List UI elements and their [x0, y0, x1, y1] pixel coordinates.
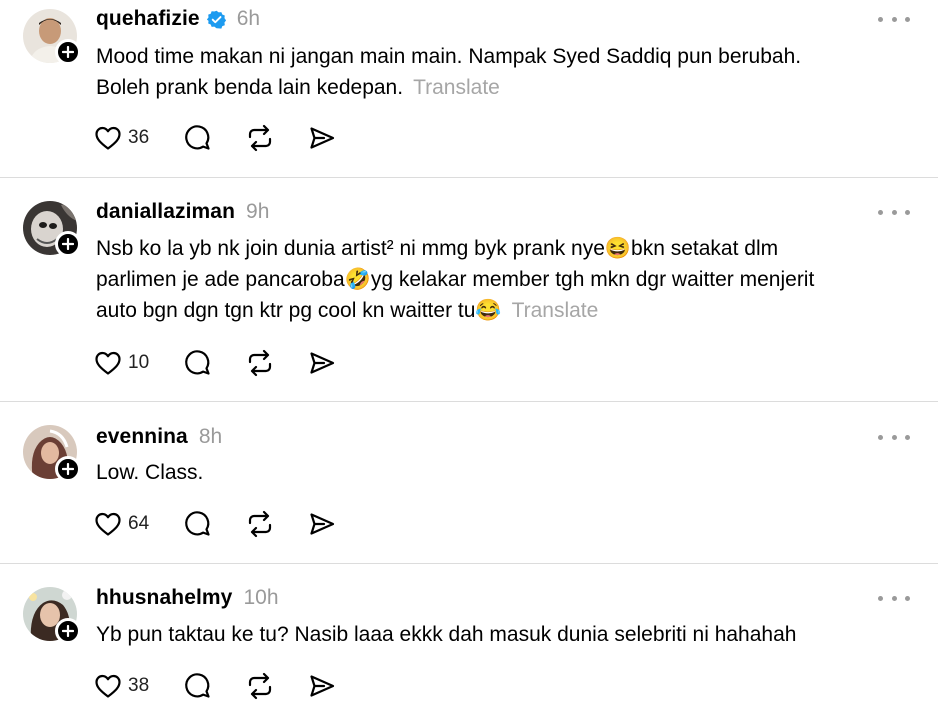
- repost-icon: [248, 510, 272, 538]
- follow-plus-icon[interactable]: [55, 618, 81, 644]
- heart-icon: [95, 351, 121, 375]
- heart-icon: [95, 126, 121, 150]
- repost-button[interactable]: [246, 671, 308, 701]
- like-count: 64: [128, 513, 150, 534]
- repost-icon: [248, 672, 272, 700]
- repost-button[interactable]: [246, 509, 308, 539]
- post-text: Nsb ko la yb nk join dunia artist² ni mm…: [96, 233, 916, 326]
- share-button[interactable]: [308, 123, 336, 153]
- username[interactable]: hhusnahelmy: [96, 586, 232, 610]
- timestamp: 6h: [236, 7, 261, 30]
- comment-icon: [185, 673, 210, 698]
- share-button[interactable]: [308, 348, 336, 378]
- more-icon[interactable]: [878, 12, 910, 26]
- translate-link[interactable]: Translate: [512, 299, 599, 322]
- repost-button[interactable]: [246, 348, 308, 378]
- heart-icon: [95, 674, 121, 698]
- username[interactable]: evennina: [96, 425, 188, 449]
- follow-plus-icon[interactable]: [55, 231, 81, 257]
- post-body: Low. Class.: [96, 461, 204, 484]
- comment-button[interactable]: [184, 671, 246, 701]
- repost-button[interactable]: [246, 123, 308, 153]
- share-icon: [310, 675, 335, 697]
- post-body: Yb pun taktau ke tu? Nasib laaa ekkk dah…: [96, 623, 797, 646]
- more-icon[interactable]: [878, 591, 910, 605]
- post-text: Yb pun taktau ke tu? Nasib laaa ekkk dah…: [96, 619, 916, 650]
- share-icon: [310, 127, 335, 149]
- like-count: 38: [128, 675, 150, 696]
- comment-button[interactable]: [184, 348, 246, 378]
- username[interactable]: quehafizie: [96, 7, 200, 31]
- comment-button[interactable]: [184, 123, 246, 153]
- follow-plus-icon[interactable]: [55, 39, 81, 65]
- comment-button[interactable]: [184, 509, 246, 539]
- more-icon[interactable]: [878, 205, 910, 219]
- share-button[interactable]: [308, 509, 336, 539]
- divider: [0, 401, 938, 402]
- like-button[interactable]: 10: [94, 348, 184, 378]
- username[interactable]: daniallaziman: [96, 200, 235, 224]
- like-count: 10: [128, 352, 150, 373]
- share-icon: [310, 352, 335, 374]
- timestamp: 9h: [246, 200, 270, 223]
- comment-icon: [185, 511, 210, 536]
- share-button[interactable]: [308, 671, 336, 701]
- follow-plus-icon[interactable]: [55, 456, 81, 482]
- more-icon[interactable]: [878, 430, 910, 444]
- verified-badge-icon: [206, 10, 226, 29]
- share-icon: [310, 513, 335, 535]
- divider: [0, 177, 938, 178]
- like-count: 36: [128, 127, 150, 148]
- post-body: Nsb ko la yb nk join dunia artist² ni mm…: [96, 237, 815, 322]
- translate-link[interactable]: Translate: [413, 76, 500, 99]
- like-button[interactable]: 38: [94, 671, 184, 701]
- divider: [0, 563, 938, 564]
- repost-icon: [248, 124, 272, 152]
- timestamp: 8h: [198, 425, 223, 448]
- heart-icon: [95, 512, 121, 536]
- post-text: Mood time makan ni jangan main main. Nam…: [96, 41, 916, 103]
- post-text: Low. Class.: [96, 457, 916, 488]
- like-button[interactable]: 64: [94, 509, 184, 539]
- repost-icon: [248, 349, 272, 377]
- like-button[interactable]: 36: [94, 123, 184, 153]
- timestamp: 10h: [243, 586, 279, 609]
- comment-icon: [185, 350, 210, 375]
- comment-icon: [185, 125, 210, 150]
